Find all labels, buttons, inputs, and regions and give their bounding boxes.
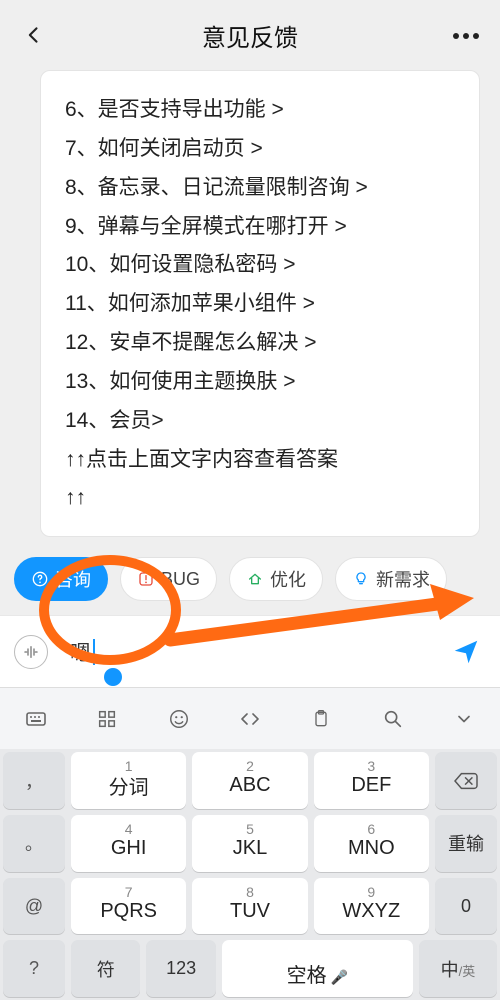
text-caret-icon	[93, 639, 95, 665]
tab-newreq[interactable]: 新需求	[335, 557, 447, 601]
page-title: 意见反馈	[202, 18, 298, 53]
lightbulb-icon	[352, 570, 370, 588]
chevron-left-icon	[24, 25, 44, 45]
faq-item[interactable]: 10、如何设置隐私密码 >	[65, 246, 455, 285]
back-button[interactable]	[14, 15, 54, 55]
key-8[interactable]: 8TUV	[192, 878, 307, 935]
key-1[interactable]: 1分词	[71, 752, 186, 809]
input-row: 嗯	[0, 615, 500, 687]
tab-bug[interactable]: BUG	[120, 557, 217, 601]
key-symbols[interactable]: 符	[71, 940, 140, 997]
key-0[interactable]: 0	[435, 878, 497, 935]
key-space[interactable]: 空格🎤	[222, 940, 413, 997]
more-dots-icon	[451, 26, 481, 44]
tab-consult[interactable]: 咨询	[14, 557, 108, 601]
faq-card-wrap: 6、是否支持导出功能 > 7、如何关闭启动页 > 8、备忘录、日记流量限制咨询 …	[0, 70, 500, 547]
backspace-icon	[452, 770, 480, 792]
mic-icon: 🎤	[331, 969, 348, 985]
header: 意见反馈	[0, 0, 500, 70]
key-numbers[interactable]: 123	[146, 940, 215, 997]
category-tabs: 咨询 BUG 优化 新需求	[0, 547, 500, 615]
tb-keyboard-icon[interactable]	[16, 699, 56, 739]
key-lang-toggle[interactable]: 中/英	[419, 940, 497, 997]
key-2[interactable]: 2ABC	[192, 752, 307, 809]
tb-search-icon[interactable]	[373, 699, 413, 739]
key-6[interactable]: 6MNO	[314, 815, 429, 872]
tb-emoji-icon[interactable]	[159, 699, 199, 739]
question-circle-icon	[31, 570, 49, 588]
faq-item[interactable]: 8、备忘录、日记流量限制咨询 >	[65, 169, 455, 208]
key-backspace[interactable]	[435, 752, 497, 809]
key-4[interactable]: 4GHI	[71, 815, 186, 872]
key-reenter[interactable]: 重输	[435, 815, 497, 872]
caret-handle-icon[interactable]	[104, 668, 122, 686]
key-3[interactable]: 3DEF	[314, 752, 429, 809]
send-button[interactable]	[446, 632, 486, 672]
send-plane-icon	[451, 637, 481, 667]
faq-item[interactable]: 13、如何使用主题换肤 >	[65, 363, 455, 402]
faq-item[interactable]: 14、会员>	[65, 402, 455, 441]
more-button[interactable]	[446, 15, 486, 55]
tab-label: BUG	[161, 569, 200, 590]
tb-grid-icon[interactable]	[87, 699, 127, 739]
home-up-icon	[246, 570, 264, 588]
tab-optimize[interactable]: 优化	[229, 557, 323, 601]
key-at[interactable]: @	[3, 878, 65, 935]
message-input[interactable]: 嗯	[58, 630, 436, 674]
tab-label: 优化	[270, 566, 306, 592]
faq-item[interactable]: 9、弹幕与全屏模式在哪打开 >	[65, 208, 455, 247]
exclamation-icon	[137, 570, 155, 588]
tb-code-icon[interactable]	[230, 699, 270, 739]
tab-label: 新需求	[376, 566, 430, 592]
tab-label: 咨询	[55, 566, 91, 592]
key-question[interactable]: ?	[3, 940, 65, 997]
input-text: 嗯	[70, 637, 91, 667]
key-5[interactable]: 5JKL	[192, 815, 307, 872]
voice-input-button[interactable]	[14, 635, 48, 669]
faq-hint: ↑↑点击上面文字内容查看答案	[65, 441, 455, 480]
faq-item[interactable]: 11、如何添加苹果小组件 >	[65, 285, 455, 324]
keyboard: ， 1分词 2ABC 3DEF 。 4GHI 5JKL 6MNO 重输 @ 7P…	[0, 749, 500, 1000]
faq-hint: ↑↑	[65, 479, 455, 518]
faq-item[interactable]: 6、是否支持导出功能 >	[65, 91, 455, 130]
key-period[interactable]: 。	[3, 815, 65, 872]
sound-wave-icon	[22, 643, 40, 661]
tb-collapse-icon[interactable]	[444, 699, 484, 739]
key-9[interactable]: 9WXYZ	[314, 878, 429, 935]
key-comma[interactable]: ，	[3, 752, 65, 809]
key-7[interactable]: 7PQRS	[71, 878, 186, 935]
faq-item[interactable]: 12、安卓不提醒怎么解决 >	[65, 324, 455, 363]
faq-item[interactable]: 7、如何关闭启动页 >	[65, 130, 455, 169]
faq-card: 6、是否支持导出功能 > 7、如何关闭启动页 > 8、备忘录、日记流量限制咨询 …	[40, 70, 480, 537]
keyboard-toolbar	[0, 687, 500, 749]
tb-clipboard-icon[interactable]	[301, 699, 341, 739]
